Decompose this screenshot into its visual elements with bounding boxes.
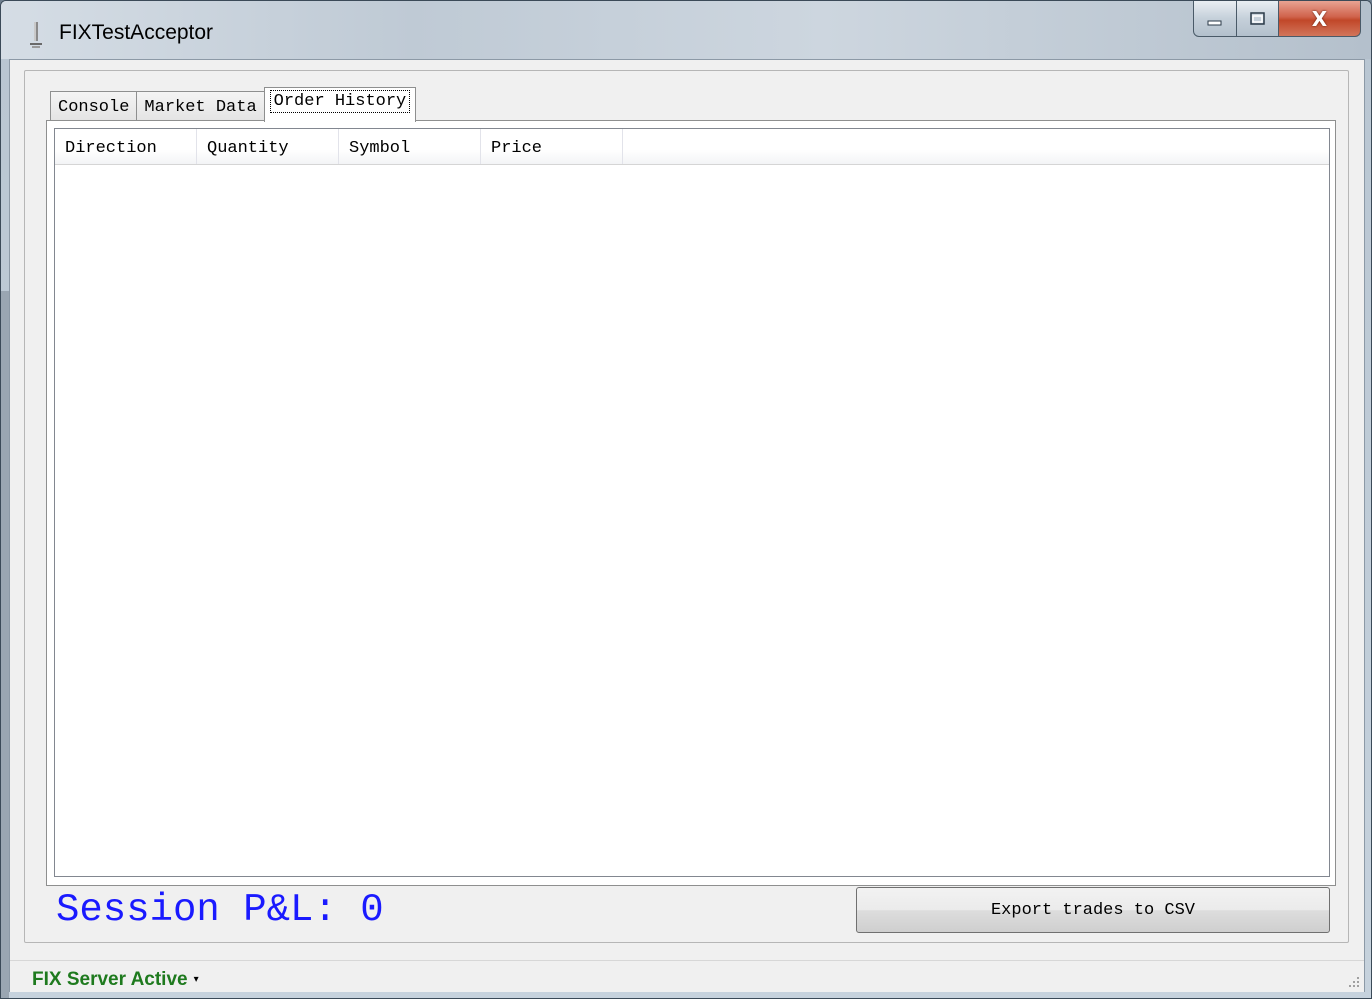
tab-label: Console [58,98,130,117]
dropdown-caret-icon: ▾ [193,974,199,985]
close-icon: X [1311,6,1328,31]
column-header-price[interactable]: Price [481,129,623,164]
list-header: Direction Quantity Symbol Price [55,129,1329,165]
order-history-list[interactable]: Direction Quantity Symbol Price [54,128,1330,877]
status-bar: FIX Server Active ▾ [10,960,1364,992]
column-header-symbol[interactable]: Symbol [339,129,481,164]
server-status-text: FIX Server Active [32,969,188,990]
title-bar[interactable]: FIXTestAcceptor X [1,1,1371,59]
client-area: Console Market Data Order History Direct… [9,59,1365,992]
minimize-button[interactable] [1193,1,1237,37]
tab-strip: Console Market Data Order History [50,86,417,122]
column-header-direction[interactable]: Direction [55,129,197,164]
minimize-icon [1207,20,1222,25]
maximize-button[interactable] [1237,1,1279,37]
tab-label: Market Data [144,98,257,117]
caption-buttons: X [1193,1,1361,37]
tab-label: Order History [269,90,411,113]
app-icon [30,22,42,48]
order-history-panel: Direction Quantity Symbol Price [46,120,1336,886]
server-status-dropdown[interactable]: FIX Server Active ▾ [32,969,199,991]
window-title: FIXTestAcceptor [59,21,214,44]
session-pnl-label: Session P&L: 0 [56,888,384,932]
tab-order-history[interactable]: Order History [263,87,417,122]
column-header-filler [623,129,1329,164]
column-header-quantity[interactable]: Quantity [197,129,339,164]
application-window: FIXTestAcceptor X Console Market Data Or… [0,0,1372,999]
window-shadow-edge [1,291,9,998]
tab-market-data[interactable]: Market Data [136,91,265,122]
close-button[interactable]: X [1279,1,1361,37]
resize-grip-icon[interactable] [1348,976,1360,988]
tab-console[interactable]: Console [50,91,138,122]
export-trades-csv-button[interactable]: Export trades to CSV [856,887,1330,933]
maximize-icon [1249,11,1265,25]
